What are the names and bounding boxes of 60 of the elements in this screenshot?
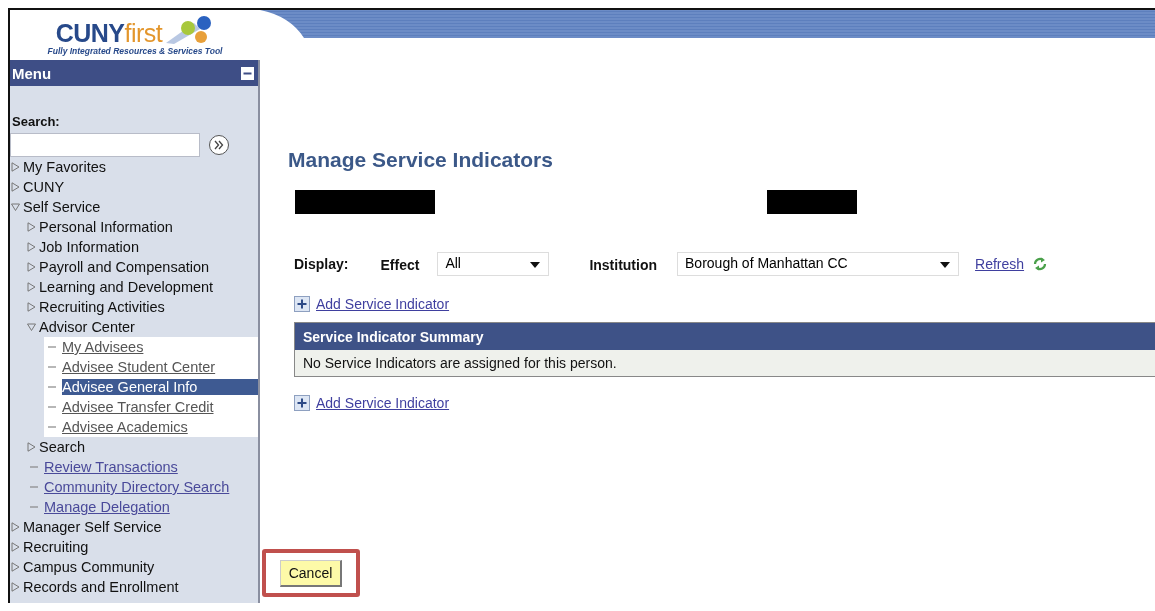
collapsed-triangle-icon[interactable] <box>27 262 36 272</box>
filter-dropdown[interactable]: All <box>437 252 550 276</box>
go-icon[interactable] <box>208 134 230 156</box>
collapsed-triangle-icon[interactable] <box>11 182 20 192</box>
collapsed-triangle-icon[interactable] <box>11 522 20 532</box>
filter-dropdown[interactable]: Borough of Manhattan CC <box>677 252 960 276</box>
logo-tagline: Fully Integrated Resources & Services Tool <box>47 45 223 56</box>
add-service-indicator-link[interactable]: Add Service Indicator <box>316 296 450 312</box>
menu-link[interactable]: Manage Delegation <box>44 499 170 515</box>
collapsed-triangle-icon[interactable] <box>27 442 36 452</box>
menu-link[interactable]: Advisee Academics <box>62 419 188 435</box>
collapsed-triangle-icon[interactable] <box>11 542 20 552</box>
filter-label: Institution <box>589 257 658 273</box>
refresh-icon[interactable] <box>1032 256 1049 272</box>
filter-label: Effect <box>380 257 420 273</box>
expanded-triangle-icon[interactable] <box>27 322 36 332</box>
menu-folder[interactable]: Payroll and Compensation <box>39 259 210 275</box>
menu-link[interactable]: Review Transactions <box>44 459 178 475</box>
menu-folder[interactable]: Records and Enrollment <box>23 579 179 595</box>
refresh-link[interactable]: Refresh <box>975 256 1025 272</box>
table-cell: No Service Indicators are assigned for this person. <box>295 350 1155 376</box>
collapsed-triangle-icon[interactable] <box>11 582 20 592</box>
add-icon[interactable] <box>294 395 310 411</box>
menu-folder[interactable]: Manager Self Service <box>23 519 162 535</box>
collapsed-triangle-icon[interactable] <box>27 242 36 252</box>
table-header: Service Indicator Summary <box>295 323 1155 350</box>
collapsed-triangle-icon[interactable] <box>11 562 20 572</box>
expanded-triangle-icon[interactable] <box>11 202 20 212</box>
search-field[interactable] <box>10 133 200 157</box>
menu-folder[interactable]: Campus Community <box>23 559 155 575</box>
menu-link[interactable]: Community Directory Search <box>44 479 230 495</box>
menu-folder[interactable]: Search <box>39 439 85 455</box>
add-icon[interactable] <box>294 296 310 312</box>
search-label: Search: <box>12 114 61 129</box>
menu-folder[interactable]: Job Information <box>39 239 139 255</box>
menu-folder[interactable]: Self Service <box>23 199 101 215</box>
menu-folder[interactable]: My Favorites <box>23 159 106 175</box>
menu-link[interactable]: Advisee General Info <box>62 379 258 395</box>
menu-folder[interactable]: Recruiting Activities <box>39 299 165 315</box>
collapse-icon[interactable] <box>241 66 254 80</box>
logo-wordmark: CUNYfirst <box>55 20 163 45</box>
cancel-button[interactable]: Cancel <box>280 559 342 587</box>
collapsed-triangle-icon[interactable] <box>27 222 36 232</box>
menu-link[interactable]: Advisee Student Center <box>62 359 216 375</box>
menu-folder[interactable]: Learning and Development <box>39 279 214 295</box>
menu-title: Menu <box>12 64 52 82</box>
page-title: Manage Service Indicators <box>288 148 554 172</box>
menu-folder[interactable]: Advisor Center <box>39 319 135 335</box>
menu-link[interactable]: My Advisees <box>62 339 144 355</box>
collapsed-triangle-icon[interactable] <box>11 162 20 172</box>
menu-folder[interactable]: CUNY <box>23 179 65 195</box>
menu-link[interactable]: Advisee Transfer Credit <box>62 399 214 415</box>
dropdown-caret-icon <box>940 262 951 268</box>
add-service-indicator-link[interactable]: Add Service Indicator <box>316 395 450 411</box>
menu-folder[interactable]: Recruiting <box>23 539 89 555</box>
display-label: Display: <box>294 256 349 272</box>
collapsed-triangle-icon[interactable] <box>27 282 36 292</box>
collapsed-triangle-icon[interactable] <box>27 302 36 312</box>
dropdown-caret-icon <box>530 262 541 268</box>
menu-folder[interactable]: Personal Information <box>39 219 173 235</box>
